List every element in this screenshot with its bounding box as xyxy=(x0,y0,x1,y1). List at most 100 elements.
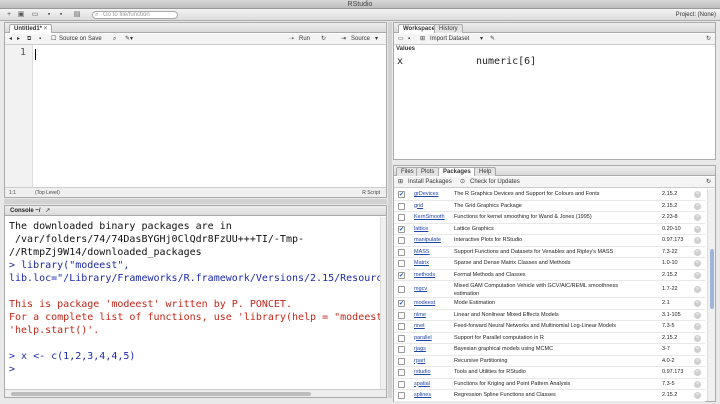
remove-package-icon[interactable]: × xyxy=(694,334,701,342)
package-name-link[interactable]: rstudio xyxy=(414,367,454,379)
file-type-indicator[interactable]: R Script xyxy=(362,188,380,198)
package-load-checkbox[interactable] xyxy=(398,380,405,388)
package-load-checkbox[interactable]: ✔ xyxy=(398,271,405,279)
packages-scrollbar[interactable] xyxy=(707,189,715,401)
remove-package-icon[interactable]: × xyxy=(694,346,701,353)
package-name-link[interactable]: grDevices xyxy=(414,189,454,201)
remove-package-icon[interactable]: × xyxy=(694,191,701,198)
remove-package-icon[interactable]: × xyxy=(694,202,701,210)
package-name-link[interactable]: mgcv xyxy=(414,285,454,293)
package-load-checkbox[interactable] xyxy=(398,392,405,399)
remove-package-icon[interactable]: × xyxy=(694,323,701,330)
show-in-window-icon[interactable]: ⧉ xyxy=(27,34,31,45)
package-name-link[interactable]: lattice xyxy=(414,224,454,236)
tab-untitled1[interactable]: Untitled1* × xyxy=(9,24,53,33)
import-dataset-icon[interactable]: ⊞ xyxy=(420,34,425,45)
package-load-checkbox[interactable] xyxy=(398,323,405,330)
package-load-checkbox[interactable] xyxy=(398,311,405,319)
scope-indicator[interactable]: (Top Level) xyxy=(35,188,60,198)
source-dropdown-icon[interactable]: ▾ xyxy=(375,34,378,45)
save-doc-icon[interactable]: ▪ xyxy=(39,34,41,45)
remove-package-icon[interactable]: × xyxy=(694,357,701,365)
package-load-checkbox[interactable] xyxy=(398,346,405,353)
print-icon[interactable]: ▤ xyxy=(72,11,82,19)
check-updates-button[interactable]: Check for Updates xyxy=(470,177,520,188)
save-all-icon[interactable]: ▪ xyxy=(56,11,66,19)
package-name-link[interactable]: rjags xyxy=(414,344,454,356)
refresh-packages-icon[interactable]: ↻ xyxy=(706,177,711,188)
project-menu[interactable]: Project: (None) xyxy=(676,11,716,19)
source-button[interactable]: Source xyxy=(351,34,370,45)
rerun-icon[interactable]: ↻ xyxy=(321,34,326,45)
package-name-link[interactable]: MASS xyxy=(414,247,454,259)
code-tools-icon[interactable]: ✎▾ xyxy=(125,34,133,45)
package-load-checkbox[interactable] xyxy=(398,214,405,221)
open-file-icon[interactable]: ▭ xyxy=(30,11,40,19)
package-name-link[interactable]: grid xyxy=(414,201,454,213)
save-workspace-icon[interactable]: ▪ xyxy=(408,34,410,45)
remove-package-icon[interactable]: × xyxy=(694,271,701,279)
workspace-row[interactable]: x numeric[6] xyxy=(394,55,715,69)
package-name-link[interactable]: spatial xyxy=(414,379,454,391)
package-name-link[interactable]: Matrix xyxy=(414,258,454,270)
save-icon[interactable]: ▪ xyxy=(44,11,54,19)
install-packages-button[interactable]: Install Packages xyxy=(408,177,452,188)
remove-package-icon[interactable]: × xyxy=(694,214,701,221)
refresh-icon[interactable]: ↻ xyxy=(706,34,711,45)
remove-package-icon[interactable]: × xyxy=(694,311,701,319)
run-icon[interactable]: ⇢ xyxy=(289,34,294,45)
tab-history[interactable]: History xyxy=(434,24,463,33)
remove-package-icon[interactable]: × xyxy=(694,380,701,388)
package-load-checkbox[interactable] xyxy=(398,286,405,293)
find-icon[interactable]: ⌕ xyxy=(113,34,116,45)
horizontal-splitter[interactable] xyxy=(4,199,387,204)
remove-package-icon[interactable]: × xyxy=(694,392,701,399)
package-name-link[interactable]: parallel xyxy=(414,333,454,345)
goto-file-input[interactable]: ⌕ Go to file/function xyxy=(92,11,178,19)
package-load-checkbox[interactable] xyxy=(398,237,405,244)
package-name-link[interactable]: nnet xyxy=(414,321,454,333)
package-name-link[interactable]: KernSmooth xyxy=(414,212,454,224)
console-vertical-scrollbar[interactable] xyxy=(380,217,386,389)
package-name-link[interactable]: manipulate xyxy=(414,235,454,247)
console-horizontal-scrollbar[interactable] xyxy=(5,389,386,397)
package-load-checkbox[interactable]: ✔ xyxy=(398,225,405,233)
package-load-checkbox[interactable] xyxy=(398,260,405,267)
close-tab-icon[interactable]: × xyxy=(44,26,48,32)
package-load-checkbox[interactable] xyxy=(398,334,405,342)
package-load-checkbox[interactable] xyxy=(398,202,405,210)
remove-package-icon[interactable]: × xyxy=(694,260,701,267)
import-dataset-button[interactable]: Import Dataset xyxy=(430,34,469,45)
check-updates-icon[interactable]: ⊙ xyxy=(460,177,465,188)
package-load-checkbox[interactable] xyxy=(398,369,405,376)
open-project-icon[interactable]: ▣ xyxy=(16,11,26,19)
console-output[interactable]: The downloaded binary packages are in /v… xyxy=(5,217,380,389)
package-load-checkbox[interactable] xyxy=(398,248,405,256)
remove-package-icon[interactable]: × xyxy=(694,225,701,233)
package-name-link[interactable]: methods xyxy=(414,270,454,282)
remove-package-icon[interactable]: × xyxy=(694,237,701,244)
console-goto-dir-icon[interactable]: ↗ xyxy=(45,208,50,214)
back-icon[interactable]: ◂ xyxy=(9,34,12,45)
package-name-link[interactable]: modeest xyxy=(414,298,454,310)
remove-package-icon[interactable]: × xyxy=(694,248,701,256)
tab-help[interactable]: Help xyxy=(474,167,497,176)
remove-package-icon[interactable]: × xyxy=(694,286,701,293)
source-icon[interactable]: ⇥ xyxy=(341,34,346,45)
remove-package-icon[interactable]: × xyxy=(694,369,701,376)
package-name-link[interactable]: rpart xyxy=(414,356,454,368)
package-load-checkbox[interactable] xyxy=(398,357,405,365)
run-button[interactable]: Run xyxy=(299,34,310,45)
tab-packages[interactable]: Packages xyxy=(438,167,476,176)
load-workspace-icon[interactable]: ▭ xyxy=(398,34,404,45)
import-dropdown-icon[interactable]: ▾ xyxy=(480,34,483,45)
package-name-link[interactable]: nlme xyxy=(414,310,454,322)
clear-workspace-icon[interactable]: ✎ xyxy=(490,34,495,45)
source-on-save-checkbox[interactable]: ☐ xyxy=(51,34,56,45)
package-load-checkbox[interactable]: ✔ xyxy=(398,300,405,307)
package-name-link[interactable]: splines xyxy=(414,390,454,402)
packages-scroll-thumb[interactable] xyxy=(710,249,714,309)
install-packages-icon[interactable]: ⊞ xyxy=(398,177,403,188)
tab-plots[interactable]: Plots xyxy=(416,167,440,176)
forward-icon[interactable]: ▸ xyxy=(17,34,20,45)
